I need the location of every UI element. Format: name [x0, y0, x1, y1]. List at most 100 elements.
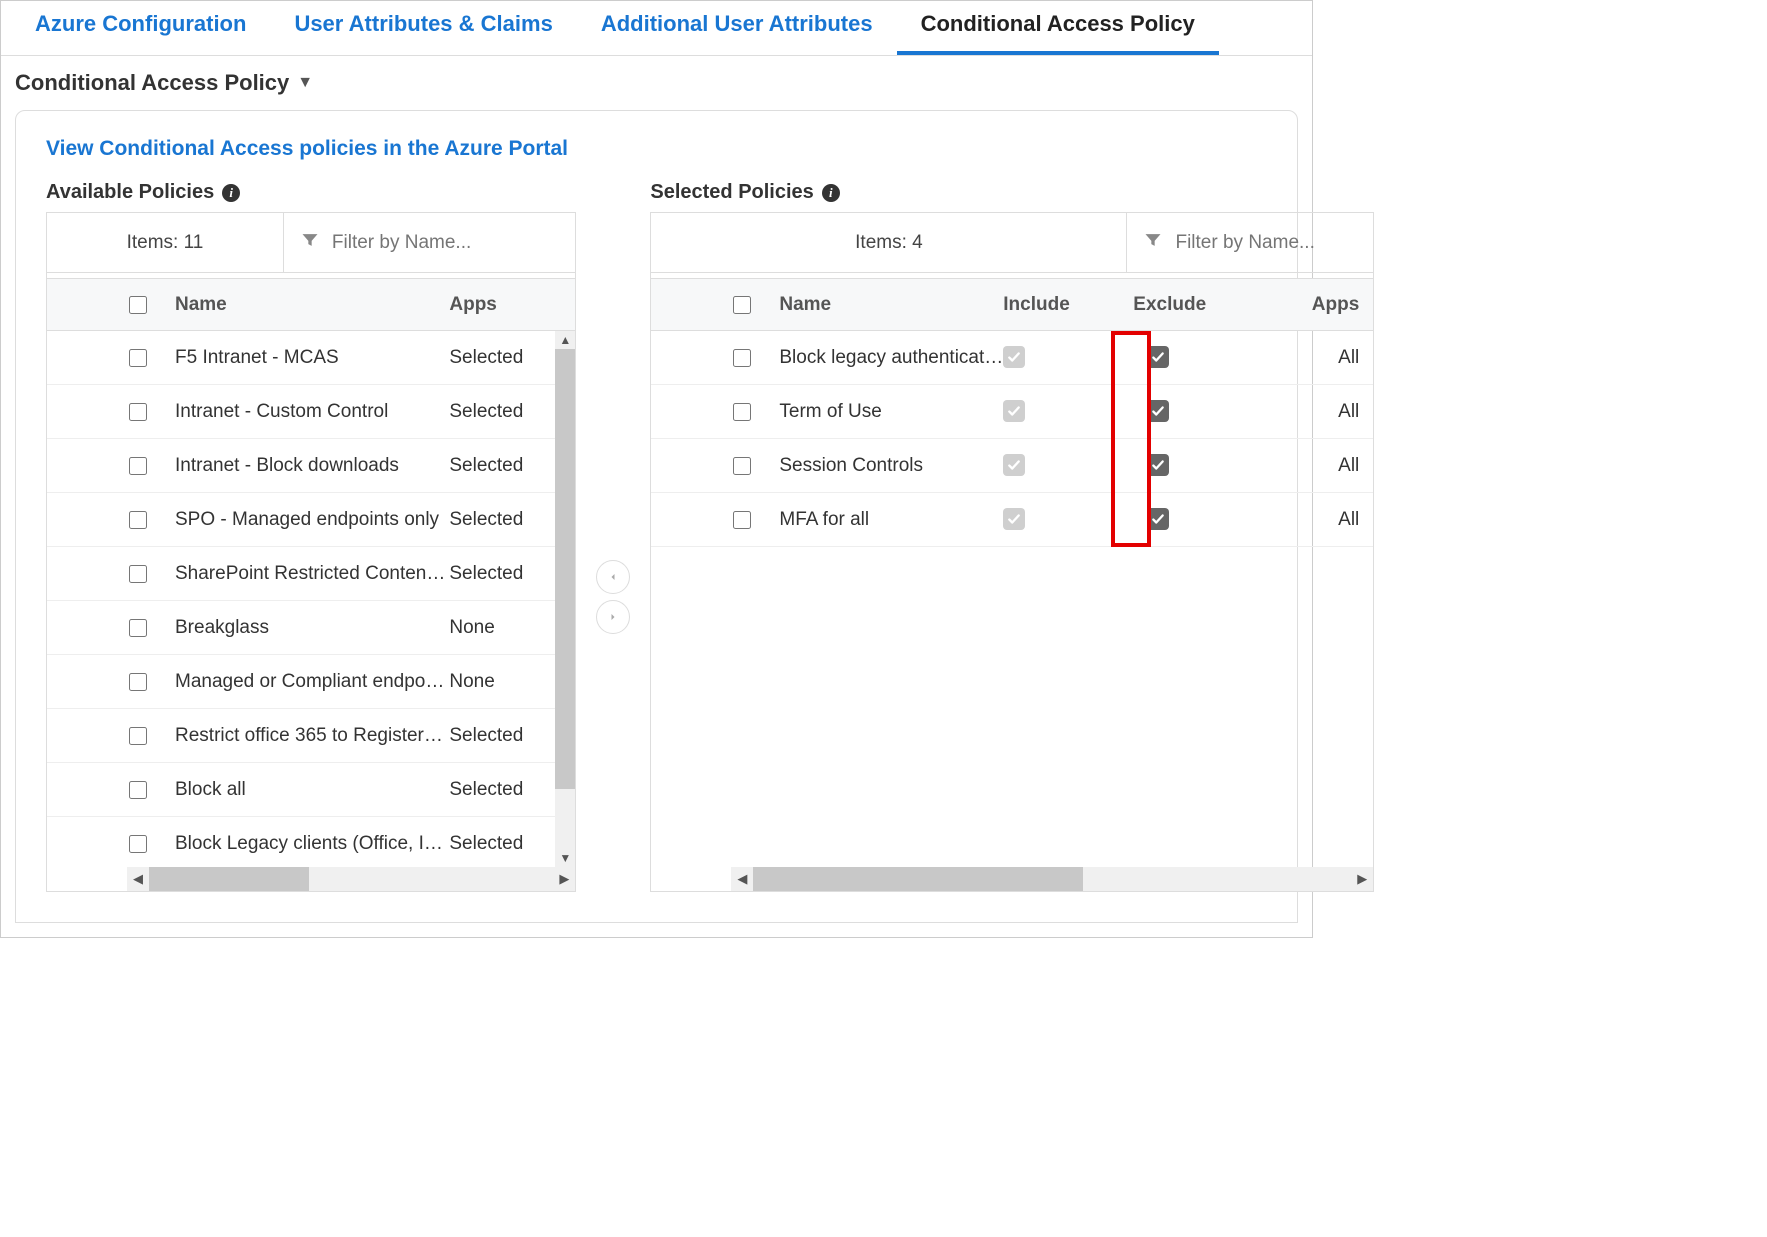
vertical-scrollbar[interactable]: ▲ ▼: [555, 331, 575, 867]
available-row[interactable]: BreakglassNone: [47, 601, 555, 655]
policy-apps: All: [1263, 509, 1373, 531]
info-icon[interactable]: i: [822, 184, 840, 202]
policy-name: SharePoint Restricted Conten…: [167, 563, 445, 585]
move-right-button[interactable]: [596, 600, 630, 634]
selected-row[interactable]: Block legacy authenticat…All: [651, 331, 1373, 385]
row-checkbox[interactable]: [129, 619, 147, 637]
exclude-cell[interactable]: [1133, 400, 1263, 424]
tab-additional-user-attributes[interactable]: Additional User Attributes: [577, 1, 897, 55]
exclude-cell[interactable]: [1133, 454, 1263, 478]
col-apps-header: Apps: [1263, 294, 1373, 316]
row-checkbox[interactable]: [733, 403, 751, 421]
tab-azure-configuration[interactable]: Azure Configuration: [11, 1, 270, 55]
policy-apps: All: [1263, 401, 1373, 423]
scroll-right-icon[interactable]: ▶: [1351, 867, 1373, 891]
row-checkbox[interactable]: [129, 835, 147, 853]
policy-apps: Selected: [445, 509, 555, 531]
exclude-cell[interactable]: [1133, 346, 1263, 370]
scroll-down-icon[interactable]: ▼: [559, 849, 571, 867]
tab-bar: Azure Configuration User Attributes & Cl…: [1, 1, 1312, 56]
filter-icon: [1143, 230, 1163, 256]
check-icon[interactable]: [1003, 346, 1025, 368]
selected-row[interactable]: Term of Use All: [651, 385, 1373, 439]
horizontal-scrollbar[interactable]: ◀ ▶: [127, 867, 575, 891]
available-row[interactable]: SPO - Managed endpoints onlySelected: [47, 493, 555, 547]
check-icon[interactable]: [1147, 346, 1169, 368]
check-icon[interactable]: [1147, 454, 1169, 476]
col-exclude-header: Exclude: [1133, 294, 1263, 316]
policy-apps: None: [445, 617, 555, 639]
row-checkbox[interactable]: [129, 673, 147, 691]
policy-name: Breakglass: [167, 617, 445, 639]
include-cell[interactable]: [1003, 508, 1133, 532]
info-icon[interactable]: i: [222, 184, 240, 202]
section-title: Conditional Access Policy: [15, 70, 289, 96]
policy-name: SPO - Managed endpoints only: [167, 509, 445, 531]
scroll-right-icon[interactable]: ▶: [553, 867, 575, 891]
policy-name: Managed or Compliant endpo…: [167, 671, 445, 693]
policy-apps: All: [1263, 347, 1373, 369]
horizontal-scrollbar[interactable]: ◀ ▶: [731, 867, 1373, 891]
policy-name: Session Controls: [771, 455, 1003, 477]
available-row[interactable]: Block Legacy clients (Office, I…Selected: [47, 817, 555, 867]
tab-user-attributes-claims[interactable]: User Attributes & Claims: [270, 1, 576, 55]
available-items-count: Items: 11: [47, 213, 283, 272]
check-icon[interactable]: [1003, 508, 1025, 530]
scroll-left-icon[interactable]: ◀: [127, 867, 149, 891]
row-checkbox[interactable]: [733, 349, 751, 367]
chevron-down-icon: ▼: [297, 74, 313, 92]
selected-filter-input[interactable]: [1173, 231, 1357, 255]
row-checkbox[interactable]: [129, 511, 147, 529]
available-row[interactable]: Intranet - Custom ControlSelected: [47, 385, 555, 439]
available-row[interactable]: Block allSelected: [47, 763, 555, 817]
policy-apps: None: [445, 671, 555, 693]
col-name-header: Name: [771, 294, 1003, 316]
policy-apps: Selected: [445, 401, 555, 423]
row-checkbox[interactable]: [129, 565, 147, 583]
selected-policies-panel: Selected Policies i Items: 4: [650, 181, 1374, 892]
available-row[interactable]: Intranet - Block downloadsSelected: [47, 439, 555, 493]
check-icon[interactable]: [1003, 400, 1025, 422]
policy-apps: Selected: [445, 455, 555, 477]
include-cell[interactable]: [1003, 400, 1133, 424]
col-name-header: Name: [167, 294, 445, 316]
view-in-azure-link[interactable]: View Conditional Access policies in the …: [46, 137, 1267, 161]
row-checkbox[interactable]: [129, 457, 147, 475]
row-checkbox[interactable]: [129, 781, 147, 799]
policy-name: Intranet - Custom Control: [167, 401, 445, 423]
available-filter-input[interactable]: [330, 231, 559, 255]
check-icon[interactable]: [1003, 454, 1025, 476]
policy-name: Term of Use: [771, 401, 1003, 423]
available-row[interactable]: SharePoint Restricted Conten…Selected: [47, 547, 555, 601]
row-checkbox[interactable]: [129, 349, 147, 367]
available-row[interactable]: Restrict office 365 to Register…Selected: [47, 709, 555, 763]
available-row[interactable]: Managed or Compliant endpo…None: [47, 655, 555, 709]
policy-apps: All: [1263, 455, 1373, 477]
row-checkbox[interactable]: [129, 403, 147, 421]
tab-conditional-access-policy[interactable]: Conditional Access Policy: [897, 1, 1219, 55]
available-select-all[interactable]: [129, 296, 147, 314]
include-cell[interactable]: [1003, 454, 1133, 478]
scroll-left-icon[interactable]: ◀: [731, 867, 753, 891]
selected-row[interactable]: MFA for allAll: [651, 493, 1373, 547]
policy-apps: Selected: [445, 833, 555, 855]
policy-card: View Conditional Access policies in the …: [15, 110, 1298, 923]
move-left-button[interactable]: [596, 560, 630, 594]
selected-title: Selected Policies: [650, 181, 813, 204]
include-cell[interactable]: [1003, 346, 1133, 370]
scroll-up-icon[interactable]: ▲: [559, 331, 571, 349]
selected-items-count: Items: 4: [651, 213, 1126, 272]
selected-select-all[interactable]: [733, 296, 751, 314]
row-checkbox[interactable]: [733, 457, 751, 475]
policy-apps: Selected: [445, 725, 555, 747]
check-icon[interactable]: [1147, 400, 1169, 422]
section-header[interactable]: Conditional Access Policy ▼: [1, 56, 1312, 96]
exclude-cell[interactable]: [1133, 508, 1263, 532]
policy-name: F5 Intranet - MCAS: [167, 347, 445, 369]
row-checkbox[interactable]: [733, 511, 751, 529]
row-checkbox[interactable]: [129, 727, 147, 745]
check-icon[interactable]: [1147, 508, 1169, 530]
selected-row[interactable]: Session Controls All: [651, 439, 1373, 493]
available-row[interactable]: F5 Intranet - MCASSelected: [47, 331, 555, 385]
policy-apps: Selected: [445, 779, 555, 801]
